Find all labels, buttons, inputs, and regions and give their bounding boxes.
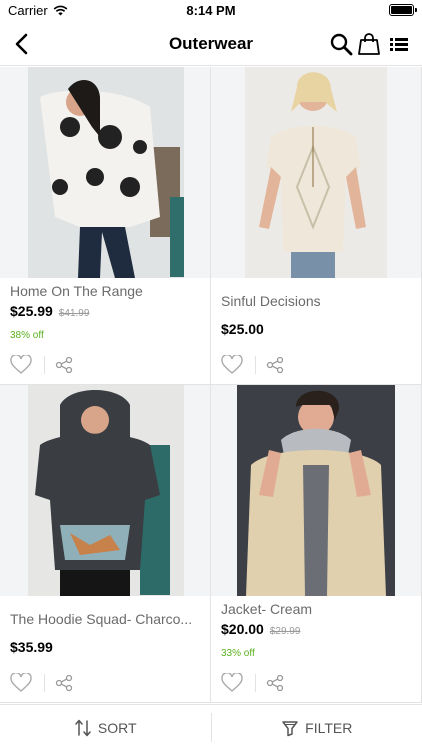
share-icon[interactable] (55, 356, 73, 374)
battery-icon (389, 4, 417, 16)
status-time: 8:14 PM (186, 3, 236, 18)
product-name[interactable]: Jacket- Cream (221, 601, 415, 617)
product-price: $35.99 (10, 639, 53, 655)
product-image[interactable] (211, 67, 421, 278)
heart-icon[interactable] (221, 673, 243, 693)
nav-bar: Outerwear (0, 22, 422, 66)
share-icon[interactable] (266, 356, 284, 374)
discount-label: 38% off (10, 330, 44, 341)
product-image[interactable] (0, 385, 210, 596)
search-icon[interactable] (328, 31, 354, 57)
list-view-icon[interactable] (386, 31, 412, 57)
heart-icon[interactable] (221, 355, 243, 375)
funnel-icon (282, 720, 298, 736)
sort-filter-bar: SORT FILTER (0, 704, 422, 750)
shopping-bag-icon[interactable] (356, 31, 382, 57)
status-bar: Carrier 8:14 PM (0, 0, 422, 22)
product-card[interactable]: The Hoodie Squad- Charco... $35.99 (0, 385, 211, 703)
product-card[interactable]: Jacket- Cream $20.00 $29.99 33% off (211, 385, 422, 703)
discount-label: 33% off (221, 648, 255, 659)
product-name[interactable]: Sinful Decisions (221, 293, 415, 309)
product-card[interactable]: Home On The Range $25.99 $41.99 38% off (0, 67, 211, 385)
product-grid: Home On The Range $25.99 $41.99 38% off (0, 67, 422, 704)
sort-button[interactable]: SORT (0, 705, 211, 750)
product-card[interactable]: Sinful Decisions $25.00 (211, 67, 422, 385)
product-original-price: $41.99 (58, 308, 90, 319)
sort-label: SORT (97, 719, 137, 736)
product-image[interactable] (211, 385, 421, 596)
product-original-price: $29.99 (269, 626, 301, 637)
filter-label: FILTER (305, 719, 353, 736)
product-price: $20.00 (221, 621, 264, 637)
heart-icon[interactable] (10, 673, 32, 693)
product-price: $25.00 (221, 321, 264, 337)
product-price: $25.99 (10, 303, 53, 319)
product-name[interactable]: Home On The Range (10, 283, 204, 299)
product-image[interactable] (0, 67, 210, 278)
heart-icon[interactable] (10, 355, 32, 375)
product-name[interactable]: The Hoodie Squad- Charco... (10, 611, 204, 627)
share-icon[interactable] (266, 674, 284, 692)
sort-arrows-icon (75, 719, 91, 736)
share-icon[interactable] (55, 674, 73, 692)
filter-button[interactable]: FILTER (212, 705, 422, 750)
